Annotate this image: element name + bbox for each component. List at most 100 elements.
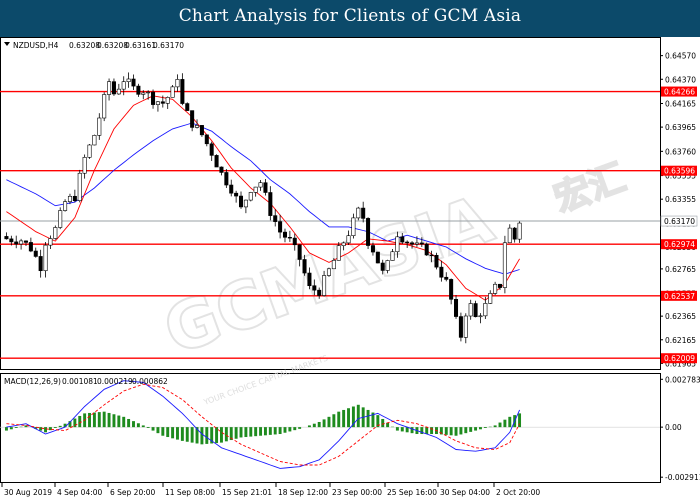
candle [214, 154, 219, 168]
price-tick-label: 0.63760 [665, 147, 696, 156]
candle-body [248, 192, 253, 201]
candle-body [385, 260, 390, 271]
header-banner: Chart Analysis for Clients of GCM Asia [0, 0, 700, 37]
candle-body [502, 242, 507, 288]
candle-body [429, 254, 434, 257]
candle-body [405, 241, 410, 244]
candle-body [468, 303, 473, 317]
candle-body [356, 207, 361, 219]
banner-title: Chart Analysis for Clients of GCM Asia [178, 6, 522, 26]
macd-tick-label: 0.00 [665, 423, 682, 432]
candle-body [331, 260, 336, 270]
candle-body [346, 235, 351, 244]
macd-tick-label: -0.002911 [665, 473, 700, 482]
candle [502, 235, 507, 294]
candle [92, 134, 97, 146]
candle-body [390, 251, 395, 261]
candle-body [493, 283, 498, 294]
candle [424, 242, 429, 256]
header-low: 0.63161 [125, 41, 156, 50]
candle-body [243, 199, 248, 208]
level-tag-label: 0.62537 [664, 292, 695, 301]
price-tick-label: 0.62165 [665, 336, 696, 345]
candle [87, 144, 92, 159]
time-tick-label: 23 Sep 00:00 [332, 488, 382, 497]
candle-body [190, 110, 195, 128]
candle [170, 84, 175, 98]
candle-body [375, 251, 380, 264]
price-tick-label: 0.64165 [665, 99, 696, 108]
candle-body [72, 195, 77, 201]
macd-panel-frame [0, 373, 661, 483]
candle-body [195, 125, 200, 128]
candle-body [77, 172, 82, 201]
candle-body [204, 134, 209, 145]
candle [434, 252, 439, 270]
candle-body [151, 91, 156, 105]
candle [248, 191, 253, 202]
candle-body [234, 192, 239, 197]
macd-main-value: 0.001081 [62, 377, 98, 386]
candle-body [238, 195, 244, 208]
candle-body [351, 217, 356, 236]
time-tick-label: 30 Sep 04:00 [440, 488, 490, 497]
candle-body [146, 91, 151, 94]
candle-body [9, 238, 14, 243]
candle-body [38, 256, 43, 272]
price-tick-label: 0.63965 [665, 123, 696, 132]
time-tick-label: 18 Sep 12:00 [278, 488, 328, 497]
candle [375, 251, 380, 264]
candle-body [63, 201, 68, 211]
candle-body [380, 262, 385, 271]
candle-body [512, 227, 517, 240]
candle-body [326, 268, 331, 276]
candle-body [67, 195, 72, 202]
candle-body [292, 237, 297, 246]
time-tick-label: 2 Oct 20:00 [496, 488, 540, 497]
candle-body [458, 316, 463, 338]
candle-body [282, 231, 288, 238]
candle-body [410, 242, 415, 245]
candle-body [361, 207, 366, 219]
header-high: 0.63208 [97, 41, 128, 50]
candle-body [28, 242, 33, 252]
candle-body [297, 244, 302, 260]
time-axis: 30 Aug 2019 4 Sep 04:00 6 Sep 20:00 11 Sep … [1, 483, 540, 497]
candle-body [48, 238, 53, 246]
candle [58, 207, 63, 230]
candle [366, 217, 371, 249]
candle-body [473, 303, 478, 318]
candle-body [341, 242, 346, 246]
time-tick-label: 30 Aug 2019 [4, 488, 52, 497]
candle-body [336, 245, 341, 261]
price-tick-label: 0.64570 [665, 52, 696, 61]
candle-body [444, 276, 449, 280]
candle-body [224, 172, 229, 186]
time-tick-label: 25 Sep 16:00 [387, 488, 437, 497]
candle-body [209, 143, 214, 156]
chart-area: GCMASIA 宏汇 YOUR CHOICE CAPITAL MARKETS 0… [0, 37, 700, 497]
macd-header: MACD(12,26,9) 0.001081 0.000219 0.000862 [4, 377, 168, 386]
current-price-label: 0.63170 [664, 217, 695, 226]
macd-axis: 0.002783 0.00 -0.002911 [660, 375, 700, 482]
macd-label: MACD(12,26,9) [4, 377, 61, 386]
candle [199, 124, 204, 137]
candle-body [19, 240, 24, 245]
candle-body [53, 227, 58, 239]
price-tick-label: 0.63355 [665, 195, 696, 204]
candle-body [483, 303, 488, 317]
price-axis: 0.64570 0.64370 0.64165 0.63965 0.63760 0.635… [660, 52, 696, 368]
candle [185, 102, 190, 111]
candle-body [366, 218, 371, 246]
main-chart-header: NZDUSD,H4 0.63208 0.63208 0.63161 0.6317… [4, 41, 184, 50]
candle-body [185, 103, 190, 111]
candle-body [517, 222, 522, 240]
candle-body [424, 243, 429, 256]
candle [326, 267, 331, 277]
candle-body [395, 236, 400, 253]
candle-body [268, 192, 273, 216]
level-tag-label: 0.62974 [664, 240, 695, 249]
candle-body [434, 254, 439, 268]
candle-body [229, 184, 234, 194]
candle-body [400, 236, 405, 243]
